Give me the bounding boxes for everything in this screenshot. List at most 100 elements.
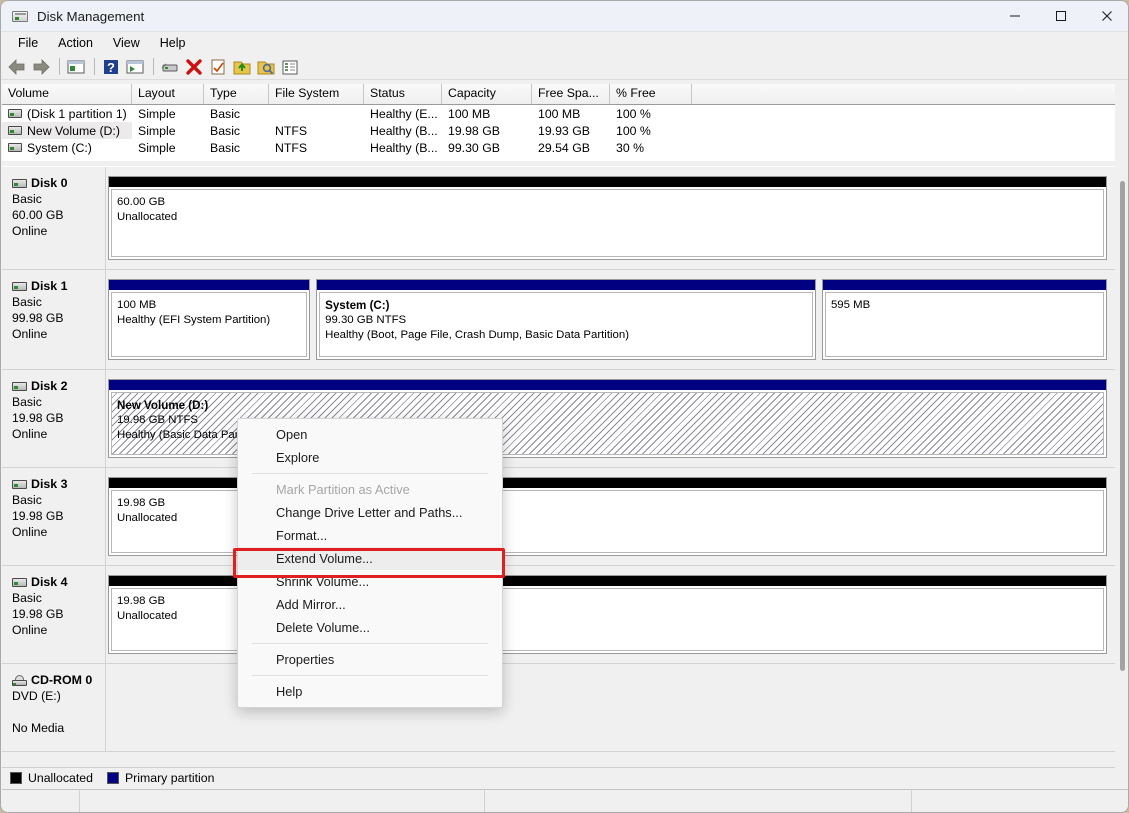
back-icon[interactable] — [6, 56, 28, 78]
minimize-button[interactable] — [992, 1, 1038, 32]
partition-status: Healthy (EFI System Partition) — [117, 313, 306, 328]
context-menu-item-extend-volume[interactable]: Extend Volume... — [238, 547, 502, 570]
disk-name: Disk 2 — [12, 379, 105, 393]
disk-info-panel[interactable]: Disk 4Basic19.98 GBOnline — [2, 566, 106, 663]
context-menu-item-explore[interactable]: Explore — [238, 446, 502, 469]
disk-info-panel[interactable]: Disk 1Basic99.98 GBOnline — [2, 270, 106, 369]
partition-block[interactable]: 595 MB — [822, 279, 1107, 360]
disk-name-label: Disk 0 — [31, 176, 68, 190]
disk-kind: Basic — [12, 395, 105, 409]
toolbar-separator — [153, 58, 154, 75]
cdrom-icon — [12, 675, 27, 686]
disk-info-panel[interactable]: CD-ROM 0DVD (E:) No Media — [2, 664, 106, 751]
show-hide-console-tree-icon[interactable] — [65, 56, 87, 78]
disk-state: Online — [12, 525, 105, 539]
status-segment — [485, 790, 912, 813]
context-menu-item-open[interactable]: Open — [238, 423, 502, 446]
volume-icon — [8, 143, 22, 152]
volume-status-cell: Healthy (B... — [364, 141, 442, 155]
disk-row[interactable]: Disk 1Basic99.98 GBOnline100 MBHealthy (… — [2, 270, 1115, 370]
context-menu-separator — [252, 643, 488, 644]
rescan-disks-icon[interactable] — [159, 56, 181, 78]
disk-row[interactable]: Disk 4Basic19.98 GBOnline19.98 GBUnalloc… — [2, 566, 1115, 664]
disk-name: Disk 3 — [12, 477, 105, 491]
menu-item-view[interactable]: View — [104, 34, 149, 52]
volume-column-header[interactable]: File System — [269, 84, 364, 104]
context-menu-item-shrink-volume[interactable]: Shrink Volume... — [238, 570, 502, 593]
volume-list: VolumeLayoutTypeFile SystemStatusCapacit… — [2, 84, 1129, 161]
disk-row[interactable]: Disk 3Basic19.98 GBOnline19.98 GBUnalloc… — [2, 468, 1115, 566]
volume-column-header[interactable]: Type — [204, 84, 269, 104]
volume-column-header[interactable]: Layout — [132, 84, 204, 104]
disk-size: 60.00 GB — [12, 208, 105, 222]
disk-icon — [12, 382, 27, 391]
volume-name-label: New Volume (D:) — [27, 124, 120, 138]
partition-status: Unallocated — [117, 210, 1103, 225]
search-folder-icon[interactable] — [255, 56, 277, 78]
partition-block[interactable]: 100 MBHealthy (EFI System Partition) — [108, 279, 310, 360]
export-list-icon[interactable] — [231, 56, 253, 78]
disk-name: Disk 4 — [12, 575, 105, 589]
disk-size: 19.98 GB — [12, 411, 105, 425]
context-menu-item-properties[interactable]: Properties — [238, 648, 502, 671]
disk-info-panel[interactable]: Disk 0Basic60.00 GBOnline — [2, 167, 106, 269]
context-menu-item-format[interactable]: Format... — [238, 524, 502, 547]
legend-label: Primary partition — [125, 771, 215, 785]
volume-column-header[interactable]: Free Spa... — [532, 84, 610, 104]
volume-status-cell: Healthy (B... — [364, 124, 442, 138]
disk-name: Disk 1 — [12, 279, 105, 293]
disk-row[interactable]: Disk 2Basic19.98 GBOnlineNew Volume (D:)… — [2, 370, 1115, 468]
volume-column-header[interactable]: % Free — [610, 84, 692, 104]
disk-row[interactable]: Disk 0Basic60.00 GBOnline60.00 GBUnalloc… — [2, 167, 1115, 270]
view-list-icon[interactable] — [279, 56, 301, 78]
volume-icon — [8, 126, 22, 135]
toolbar-separator — [59, 58, 60, 75]
scrollbar-thumb[interactable] — [1120, 181, 1125, 671]
disk-info-panel[interactable]: Disk 3Basic19.98 GBOnline — [2, 468, 106, 565]
disk-icon — [12, 480, 27, 489]
show-hide-action-pane-icon[interactable] — [124, 56, 146, 78]
context-menu-item-add-mirror[interactable]: Add Mirror... — [238, 593, 502, 616]
volume-row[interactable]: (Disk 1 partition 1)SimpleBasicHealthy (… — [2, 105, 1129, 122]
menu-item-action[interactable]: Action — [49, 34, 102, 52]
menu-item-file[interactable]: File — [9, 34, 47, 52]
partition-block[interactable]: 60.00 GBUnallocated — [108, 176, 1107, 260]
partition-block[interactable]: System (C:)99.30 GB NTFSHealthy (Boot, P… — [316, 279, 816, 360]
disk-name-label: CD-ROM 0 — [31, 673, 92, 687]
delete-icon[interactable] — [183, 56, 205, 78]
status-segment — [2, 790, 80, 813]
volume-type-cell: Basic — [204, 107, 269, 121]
disk-name: Disk 0 — [12, 176, 105, 190]
status-bar — [2, 789, 1129, 813]
svg-text:?: ? — [107, 60, 115, 75]
forward-icon[interactable] — [30, 56, 52, 78]
volume-row[interactable]: System (C:)SimpleBasicNTFSHealthy (B...9… — [2, 139, 1129, 156]
context-menu-item-change-drive-letter-and-paths[interactable]: Change Drive Letter and Paths... — [238, 501, 502, 524]
help-icon[interactable]: ? — [100, 56, 122, 78]
disk-state: Online — [12, 224, 105, 238]
properties-icon[interactable] — [207, 56, 229, 78]
close-button[interactable] — [1084, 1, 1129, 32]
volume-row[interactable]: New Volume (D:)SimpleBasicNTFSHealthy (B… — [2, 122, 1129, 139]
disk-info-panel[interactable]: Disk 2Basic19.98 GBOnline — [2, 370, 106, 467]
partition-color-bar — [823, 280, 1106, 290]
cdrom-row[interactable]: CD-ROM 0DVD (E:) No Media — [2, 664, 1115, 752]
volume-status-cell: Healthy (E... — [364, 107, 442, 121]
partition-color-bar — [109, 380, 1106, 390]
maximize-button[interactable] — [1038, 1, 1084, 32]
graphical-disk-pane: Disk 0 Basic 60.00 GB Online 60.00 GBUnalloc… — [2, 166, 1115, 764]
partition-details: 60.00 GBUnallocated — [111, 189, 1104, 257]
volume-column-header[interactable]: Capacity — [442, 84, 532, 104]
volume-column-header[interactable]: Volume — [2, 84, 132, 104]
disk-partitions: 60.00 GBUnallocated — [106, 167, 1115, 269]
context-menu-item-delete-volume[interactable]: Delete Volume... — [238, 616, 502, 639]
volume-column-header-filler — [692, 84, 1129, 104]
disk-management-icon — [12, 8, 28, 24]
volume-free-space-cell: 29.54 GB — [532, 141, 610, 155]
partition-size: 595 MB — [831, 298, 1103, 313]
volume-column-header[interactable]: Status — [364, 84, 442, 104]
context-menu-item-help[interactable]: Help — [238, 680, 502, 703]
volume-list-header: VolumeLayoutTypeFile SystemStatusCapacit… — [2, 84, 1129, 105]
menu-item-help[interactable]: Help — [151, 34, 195, 52]
vertical-scrollbar[interactable] — [1115, 166, 1129, 764]
